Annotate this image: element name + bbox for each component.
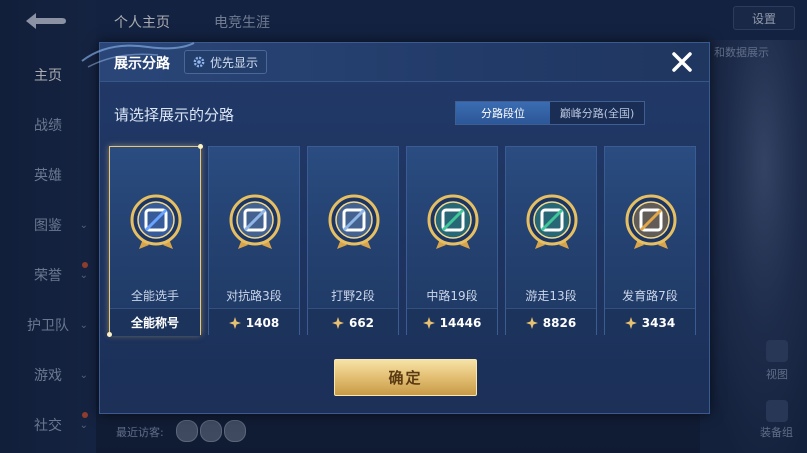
lane-card-footer-text: 3434 (641, 315, 676, 330)
segment-peak-lane[interactable]: 巅峰分路(全国) (550, 102, 644, 124)
dialog-title: 展示分路 (114, 56, 170, 72)
priority-display-label: 优先显示 (210, 55, 259, 70)
lane-card-footer: 3434 (605, 308, 695, 336)
lane-card-footer-text: 662 (348, 315, 375, 330)
lane-card-footer: 1408 (209, 308, 299, 336)
lane-card-name: 游走13段 (525, 289, 577, 303)
dialog-header: 展示分路 优先显示 (81, 42, 709, 82)
lane-card-name: 打野2段 (331, 289, 375, 303)
lane-card-footer-text: 14446 (439, 315, 482, 330)
lane-card-name: 发育路7段 (622, 289, 678, 303)
lane-card[interactable]: 发育路7段 3434 (604, 146, 696, 336)
priority-display-button[interactable]: 优先显示 (184, 50, 268, 74)
lane-card[interactable]: 游走13段 8826 (505, 146, 597, 336)
close-button[interactable] (667, 47, 697, 77)
mid-lane-badge-icon (427, 194, 479, 249)
rank-star-icon (228, 316, 241, 329)
rank-star-icon (525, 316, 538, 329)
rank-star-icon (624, 316, 637, 329)
lane-card[interactable]: 打野2段 662 (307, 146, 399, 336)
jungle-badge-icon (328, 194, 380, 249)
lane-card-footer-text: 8826 (542, 315, 577, 330)
lane-card-footer-text: 全能称号 (130, 316, 179, 330)
roam-badge-icon (526, 194, 578, 249)
segment-lane-rank[interactable]: 分路段位 (456, 102, 550, 124)
rank-star-icon (422, 316, 435, 329)
lane-card-footer: 14446 (407, 308, 497, 336)
gear-icon (193, 56, 205, 68)
lane-card[interactable]: 全能选手 全能称号 (107, 144, 203, 337)
close-icon (672, 52, 692, 72)
lane-card-name: 对抗路3段 (226, 289, 282, 303)
lane-card-footer: 全能称号 (110, 308, 200, 336)
lane-card[interactable]: 中路19段 14446 (406, 146, 498, 336)
clash-lane-badge-icon (229, 194, 281, 249)
all-round-badge-icon (130, 194, 182, 249)
lane-card-footer: 8826 (506, 308, 596, 336)
lane-type-segmented-control: 分路段位 巅峰分路(全国) (455, 101, 645, 125)
selection-corner-icon (107, 332, 112, 337)
dialog-subtitle: 请选择展示的分路 (114, 106, 235, 124)
selection-corner-icon (198, 144, 203, 149)
lane-card-footer-text: 1408 (245, 315, 280, 330)
farm-lane-badge-icon (625, 194, 677, 249)
lane-card-footer: 662 (308, 308, 398, 336)
lane-card-name: 全能选手 (130, 289, 179, 303)
confirm-button[interactable]: 确定 (334, 359, 477, 396)
lane-card-name: 中路19段 (426, 289, 478, 303)
lane-display-dialog: 展示分路 优先显示 请选择展示的分路 分路段位 巅峰分路(全国) 全能选手全能称… (81, 42, 710, 414)
rank-star-icon (331, 316, 344, 329)
lane-card[interactable]: 对抗路3段 1408 (208, 146, 300, 336)
